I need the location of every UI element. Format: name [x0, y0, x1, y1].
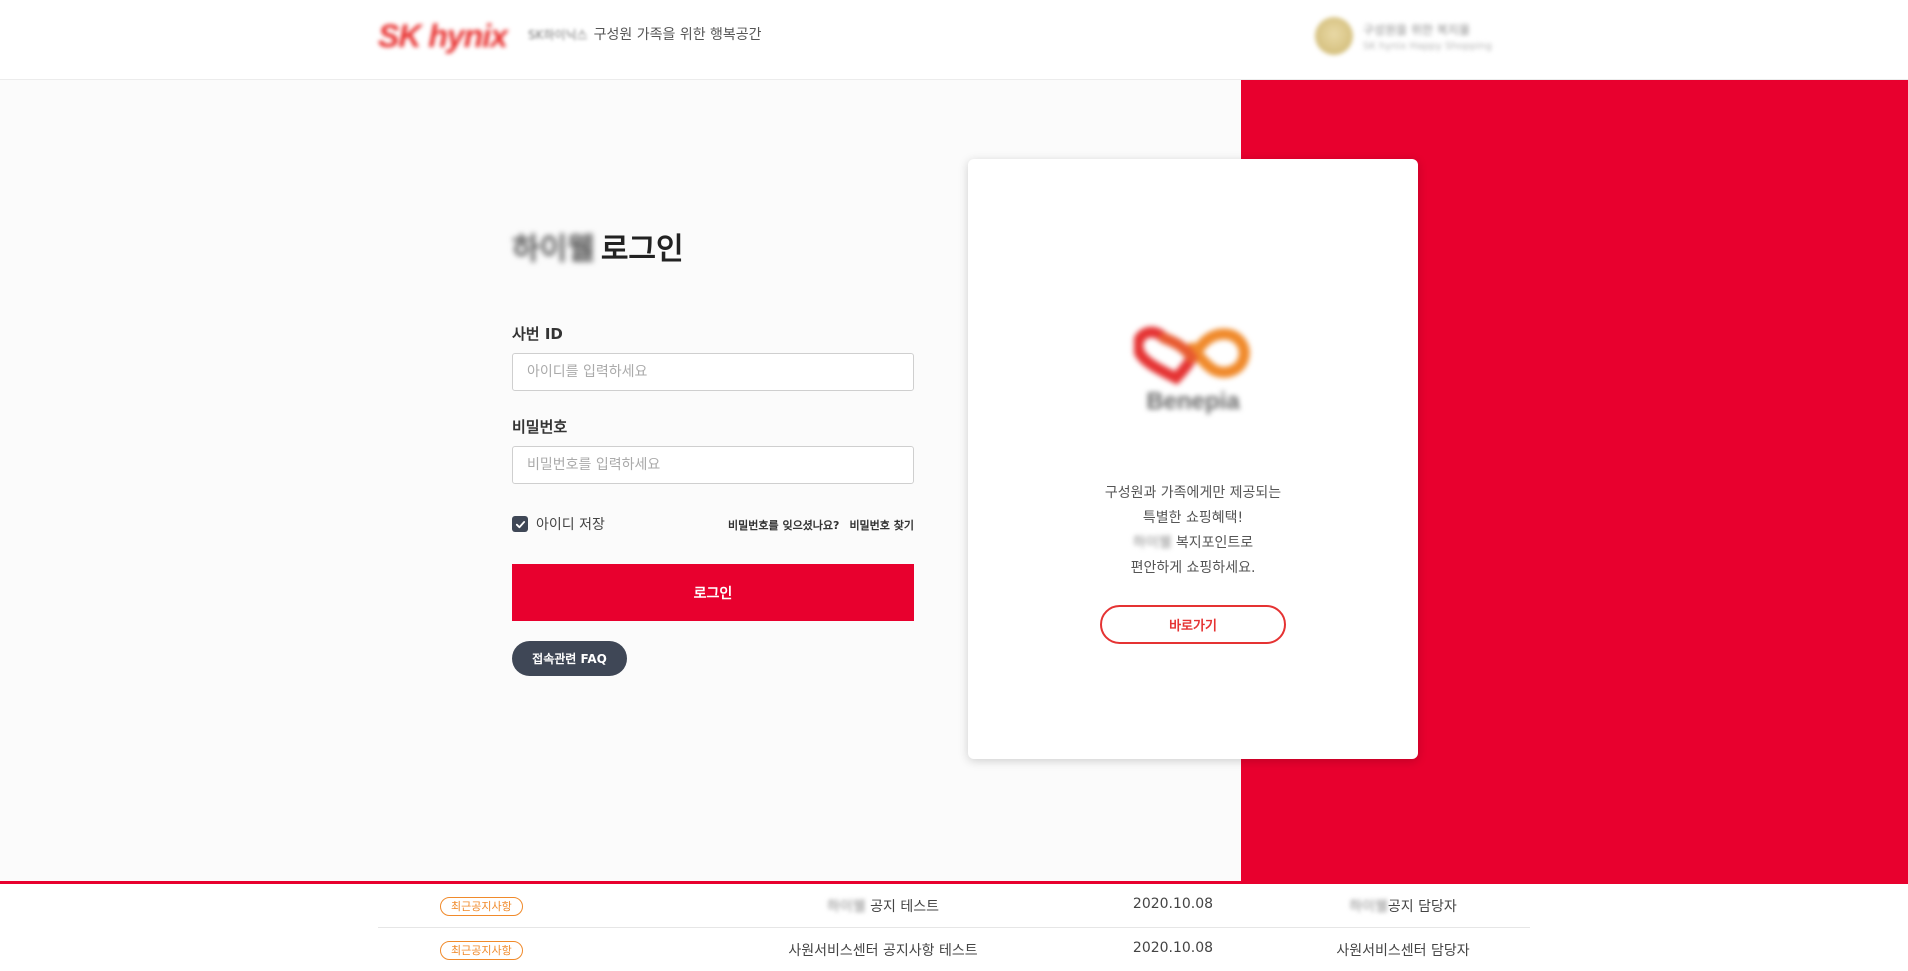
card-line1: 구성원과 가족에게만 제공되는 [1104, 485, 1282, 501]
notice-date: 2020.10.08 [1132, 940, 1214, 956]
notice-author: 사원서비스센터 담당자 [1336, 943, 1470, 959]
login-button[interactable]: 로그인 [512, 564, 914, 621]
notice-date: 2020.10.08 [1132, 896, 1214, 912]
notice-badge: 최근공지사항 [440, 897, 523, 916]
check-icon [515, 520, 525, 528]
card-line3: 하이웰 복지포인트로 [1132, 535, 1254, 551]
notice-author: 하이웰공지 담당자 [1349, 899, 1457, 915]
main-area: 하이웰 로그인 사번 ID 비밀번호 아이디 저장 비밀번호를 잊으셨나요? 비… [0, 80, 1908, 884]
brand-tagline: 구성원 가족을 위한 행복공간 [593, 27, 762, 43]
forgot-password-question: 비밀번호를 잊으셨나요? [728, 519, 840, 532]
forgot-password: 비밀번호를 잊으셨나요? 비밀번호 찾기 [728, 517, 914, 533]
brand-logo[interactable]: SK hynix [378, 18, 514, 54]
remember-id-label: 아이디 저장 [536, 517, 605, 533]
brand[interactable]: SK hynix SK하이닉스 구성원 가족을 위한 행복공간 [378, 16, 762, 54]
benepia-logo-text: Benepia [1146, 388, 1240, 415]
password-label: 비밀번호 [512, 418, 568, 436]
notice-row[interactable]: 최근공지사항 사원서비스센터 공지사항 테스트 2020.10.08 사원서비스… [378, 928, 1530, 971]
page-title-prefix: 하이웰 [512, 232, 595, 267]
notice-row[interactable]: 최근공지사항 하이웰 공지 테스트 2020.10.08 하이웰공지 담당자 [378, 884, 1530, 928]
benepia-card: Benepia 구성원과 가족에게만 제공되는 특별한 쇼핑혜택! 하이웰 복지… [968, 159, 1418, 759]
user-line1: 구성원을 위한 복지몰 [1363, 22, 1470, 37]
notice-badge: 최근공지사항 [440, 941, 523, 960]
user-info: 구성원을 위한 복지몰 SK hynix Happy Shopping [1363, 21, 1492, 52]
remember-id[interactable]: 아이디 저장 [512, 514, 605, 534]
notice-list: 최근공지사항 하이웰 공지 테스트 2020.10.08 하이웰공지 담당자 최… [378, 884, 1530, 971]
page-title-text: 로그인 [600, 232, 684, 267]
find-password-link[interactable]: 비밀번호 찾기 [849, 517, 914, 533]
id-input[interactable] [512, 353, 914, 391]
site-header: SK hynix SK하이닉스 구성원 가족을 위한 행복공간 구성원을 위한 … [0, 0, 1908, 80]
page-title: 하이웰 로그인 [512, 224, 684, 268]
card-description: 구성원과 가족에게만 제공되는 특별한 쇼핑혜택! 하이웰 복지포인트로 편안하… [968, 481, 1418, 581]
password-input[interactable] [512, 446, 914, 484]
go-button[interactable]: 바로가기 [1100, 605, 1286, 644]
id-label: 사번 ID [512, 325, 563, 343]
brand-logo-text: SK hynix [378, 18, 508, 54]
avatar [1315, 17, 1353, 55]
notice-title[interactable]: 하이웰 공지 테스트 [718, 896, 1048, 916]
card-line2: 특별한 쇼핑혜택! [1142, 510, 1244, 526]
user-profile[interactable]: 구성원을 위한 복지몰 SK hynix Happy Shopping [1315, 14, 1520, 58]
infinity-heart-icon [1132, 326, 1250, 385]
user-line2: SK hynix Happy Shopping [1363, 40, 1492, 52]
notice-title[interactable]: 사원서비스센터 공지사항 테스트 [718, 940, 1048, 960]
brand-sub: SK하이닉스 [528, 27, 588, 42]
remember-id-checkbox[interactable] [512, 516, 528, 532]
card-line4: 편안하게 쇼핑하세요. [1130, 560, 1256, 576]
faq-button[interactable]: 접속관련 FAQ [512, 641, 627, 676]
benepia-logo: Benepia [1132, 324, 1252, 416]
